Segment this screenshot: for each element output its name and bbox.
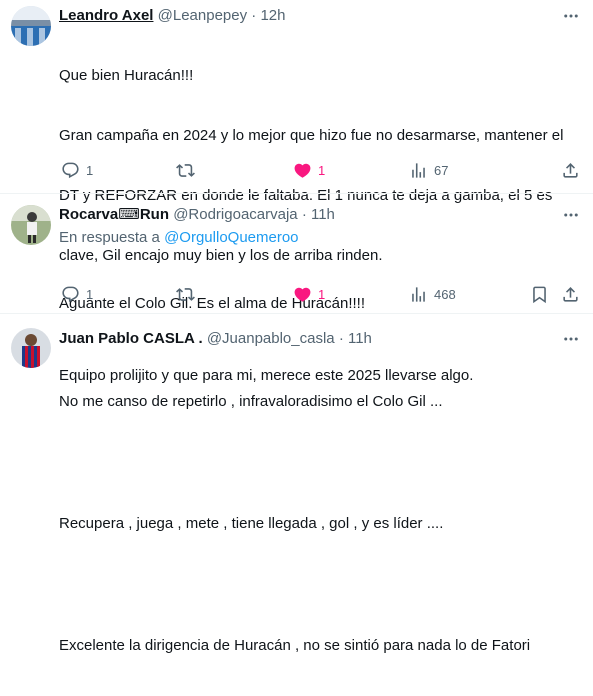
tweet-text-line: Que bien Huracán!!! xyxy=(59,67,194,84)
tweet-time[interactable]: · 11h xyxy=(339,330,372,347)
retweet-icon xyxy=(176,163,195,177)
reply-icon xyxy=(62,286,79,302)
author-handle[interactable]: @Juanpablo_casla xyxy=(207,330,335,347)
like-count: 1 xyxy=(318,286,326,302)
avatar[interactable] xyxy=(11,328,51,368)
author-name[interactable]: Rocarva⌨Run xyxy=(59,206,169,223)
tweet-time[interactable]: · 11h xyxy=(302,206,335,223)
replying-to: En respuesta a @OrgulloQuemeroo xyxy=(59,228,299,248)
author-handle[interactable]: @Rodrigoacarvaja xyxy=(173,206,297,223)
bookmark-icon xyxy=(533,286,546,303)
tweet[interactable]: Rocarva⌨Run @Rodrigoacarvaja · 11h En re… xyxy=(0,194,593,312)
like-button[interactable]: 1 xyxy=(293,158,325,182)
author-name[interactable]: Leandro Axel xyxy=(59,7,153,24)
avatar[interactable] xyxy=(11,6,51,46)
more-icon[interactable] xyxy=(561,6,581,26)
tweet-text-line: No me canso de repetirlo , infravaloradi… xyxy=(59,393,443,410)
tweet[interactable]: Juan Pablo CASLA . @Juanpablo_casla · 11… xyxy=(0,314,593,654)
avatar[interactable] xyxy=(11,205,51,245)
reply-count: 1 xyxy=(86,162,94,178)
tweet-text-line xyxy=(59,452,579,472)
replying-to-handle[interactable]: @OrgulloQuemeroo xyxy=(164,229,298,246)
replying-to-label: En respuesta a xyxy=(59,229,160,246)
tweet-text-line xyxy=(59,574,579,594)
reply-button[interactable]: 1 xyxy=(61,282,93,306)
tweet[interactable]: Leandro Axel @Leanpepey · 12h Que bien H… xyxy=(0,0,593,384)
like-count: 1 xyxy=(318,162,326,178)
share-button[interactable] xyxy=(561,158,580,182)
like-icon xyxy=(294,287,311,302)
author-handle[interactable]: @Leanpepey xyxy=(158,7,247,24)
share-button[interactable] xyxy=(530,282,549,306)
views-icon xyxy=(412,162,425,178)
retweet-icon xyxy=(176,287,195,301)
share-icon xyxy=(563,286,578,302)
tweet-text-line: Recupera , juega , mete , tiene llegada … xyxy=(59,515,444,532)
views-count: 67 xyxy=(434,162,449,178)
more-icon[interactable] xyxy=(561,205,581,225)
reply-count: 1 xyxy=(86,286,94,302)
retweet-button[interactable] xyxy=(176,282,195,306)
reply-button[interactable]: 1 xyxy=(61,158,93,182)
like-button[interactable]: 1 xyxy=(293,282,325,306)
retweet-button[interactable] xyxy=(176,158,195,182)
views-count: 468 xyxy=(434,286,456,302)
tweet-text: No me canso de repetirlo , infravaloradi… xyxy=(59,352,579,696)
views-button[interactable]: 67 xyxy=(409,158,448,182)
reply-icon xyxy=(62,162,79,178)
author-name[interactable]: Juan Pablo CASLA . xyxy=(59,330,203,347)
share-icon xyxy=(563,162,578,178)
share-button[interactable] xyxy=(561,282,580,306)
tweet-text-line: Excelente la dirigencia de Huracán , no … xyxy=(59,637,531,654)
tweet-text-line: Gran campaña en 2024 y lo mejor que hizo… xyxy=(59,127,564,144)
tweet-time[interactable]: · 12h xyxy=(251,7,285,24)
views-button[interactable]: 468 xyxy=(409,282,456,306)
views-icon xyxy=(412,286,425,302)
more-icon[interactable] xyxy=(561,329,581,349)
like-icon xyxy=(294,163,311,178)
